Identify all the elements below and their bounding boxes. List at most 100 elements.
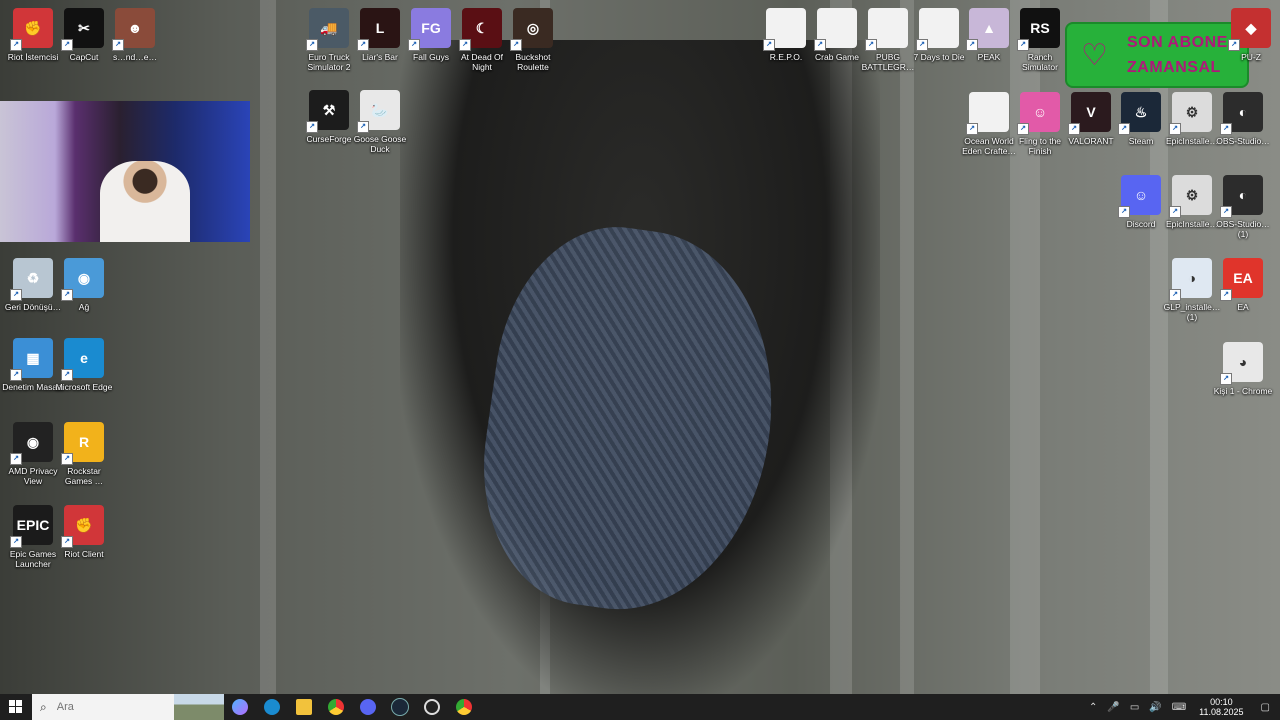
shortcut-arrow-icon: ↗ — [61, 536, 73, 548]
desktop-shortcut[interactable]: RS ↗ Ranch Simulator — [1009, 8, 1071, 72]
shortcut-arrow-icon: ↗ — [61, 369, 73, 381]
taskbar-search[interactable]: ⌕ — [32, 694, 224, 720]
keyboard-icon[interactable]: ⌨ — [1172, 702, 1186, 713]
desktop-shortcut-label: s…nd…e… — [113, 52, 157, 62]
at-dead-of-night-icon: ☾ ↗ — [459, 8, 502, 51]
network-tray-icon[interactable]: ▭ — [1130, 702, 1139, 713]
amd-privacy-icon: ◉ ↗ — [10, 422, 53, 465]
webcam-person — [100, 161, 190, 242]
desktop-shortcut[interactable]: R ↗ Rockstar Games … — [53, 422, 115, 486]
glp-installer-icon: ◑ ↗ — [1169, 258, 1212, 301]
peak-icon: ▲ ↗ — [966, 8, 1009, 51]
ranch-simulator-icon: RS ↗ — [1017, 8, 1060, 51]
network-icon: ◉ ↗ — [61, 258, 104, 301]
capcut-icon: ✂ ↗ — [61, 8, 104, 51]
taskbar-obs[interactable] — [416, 694, 448, 720]
epic-installer-2-icon: ⚙ ↗ — [1169, 175, 1212, 218]
shortcut-arrow-icon: ↗ — [10, 39, 22, 51]
liars-bar-icon: L ↗ — [357, 8, 400, 51]
control-panel-icon: ▦ ↗ — [10, 338, 53, 381]
desktop-shortcut[interactable]: ◉ ↗ Ağ — [53, 258, 115, 312]
taskbar-copilot[interactable] — [224, 694, 256, 720]
shortcut-arrow-icon: ↗ — [966, 39, 978, 51]
shortcut-arrow-icon: ↗ — [1118, 123, 1130, 135]
crab-game-file-icon: ↗ — [814, 8, 857, 51]
shortcut-arrow-icon: ↗ — [112, 39, 124, 51]
taskbar-file-explorer[interactable] — [288, 694, 320, 720]
shortcut-arrow-icon: ↗ — [1118, 206, 1130, 218]
pubg-z-icon: ◆ ↗ — [1228, 8, 1271, 51]
microphone-icon[interactable]: 🎤 — [1107, 702, 1119, 713]
taskbar-steam[interactable] — [384, 694, 416, 720]
shortcut-arrow-icon: ↗ — [408, 39, 420, 51]
shortcut-arrow-icon: ↗ — [1017, 39, 1029, 51]
shortcut-arrow-icon: ↗ — [1220, 373, 1232, 385]
desktop-shortcut-label: Goose Goose Duck — [353, 134, 407, 154]
taskbar: ⌕ ⌃ 🎤 ▭ 🔊 ⌨ 00:10 11.08.2025 ▢ — [0, 694, 1280, 720]
start-button[interactable] — [0, 694, 32, 720]
shortcut-arrow-icon: ↗ — [1017, 123, 1029, 135]
shortcut-arrow-icon: ↗ — [1228, 39, 1240, 51]
desktop-shortcut-label: Ranch Simulator — [1022, 52, 1058, 72]
desktop-shortcut[interactable]: ✊ ↗ Riot Client — [53, 505, 115, 559]
shortcut-arrow-icon: ↗ — [1169, 289, 1181, 301]
desktop-shortcut[interactable]: ◎ ↗ Buckshot Roulette — [502, 8, 564, 72]
taskbar-chrome[interactable] — [320, 694, 352, 720]
desktop-shortcut[interactable]: 🦢 ↗ Goose Goose Duck — [349, 90, 411, 154]
desktop-shortcut-label: OBS-Studio… (1) — [1216, 219, 1270, 239]
chrome-profile-icon: ◕ ↗ — [1220, 342, 1263, 385]
desktop-shortcut-label: Kişi 1 - Chrome — [1213, 386, 1273, 396]
desktop-shortcut[interactable]: ◐ ↗ OBS-Studio… — [1212, 92, 1274, 146]
pubg-file-icon: ↗ — [865, 8, 908, 51]
riot-client-icon: ✊ ↗ — [61, 505, 104, 548]
riot-icon: ✊ ↗ — [10, 8, 53, 51]
valorant-icon: V ↗ — [1068, 92, 1111, 135]
volume-icon[interactable]: 🔊 — [1149, 702, 1161, 713]
windows-icon — [9, 700, 22, 713]
shortcut-arrow-icon: ↗ — [306, 121, 318, 133]
search-input[interactable] — [54, 700, 169, 714]
desktop-shortcut[interactable]: ☻ ↗ s…nd…e… — [104, 8, 166, 62]
clock-date: 11.08.2025 — [1199, 707, 1244, 717]
desktop-shortcut[interactable]: ◐ ↗ OBS-Studio… (1) — [1212, 175, 1274, 239]
curseforge-icon: ⚒ ↗ — [306, 90, 349, 133]
shortcut-arrow-icon: ↗ — [61, 453, 73, 465]
euro-truck-icon: 🚚 ↗ — [306, 8, 349, 51]
epic-installer-icon: ⚙ ↗ — [1169, 92, 1212, 135]
taskbar-edge[interactable] — [256, 694, 288, 720]
fall-guys-icon: FG ↗ — [408, 8, 451, 51]
desktop-shortcut[interactable]: ◕ ↗ Kişi 1 - Chrome — [1212, 342, 1274, 396]
taskbar-discord[interactable] — [352, 694, 384, 720]
chevron-up-icon[interactable]: ⌃ — [1089, 702, 1097, 713]
subscriber-title: SON ABONE — [1127, 34, 1228, 51]
shortcut-arrow-icon: ↗ — [814, 39, 826, 51]
shortcut-arrow-icon: ↗ — [1068, 123, 1080, 135]
taskbar-chrome-profile[interactable] — [448, 694, 480, 720]
shortcut-arrow-icon: ↗ — [61, 289, 73, 301]
shortcut-arrow-icon: ↗ — [10, 369, 22, 381]
desktop-shortcut-label: EA — [1237, 302, 1249, 312]
shortcut-arrow-icon: ↗ — [916, 39, 928, 51]
desktop-shortcut[interactable]: ◆ ↗ PU-Z — [1220, 8, 1280, 62]
desktop-shortcut[interactable]: e ↗ Microsoft Edge — [53, 338, 115, 392]
7-days-file-icon: ↗ — [916, 8, 959, 51]
epic-icon: EPIC ↗ — [10, 505, 53, 548]
shortcut-arrow-icon: ↗ — [865, 39, 877, 51]
desktop-shortcut[interactable]: EA ↗ EA — [1212, 258, 1274, 312]
shortcut-arrow-icon: ↗ — [1220, 206, 1232, 218]
shortcut-arrow-icon: ↗ — [61, 39, 73, 51]
ocean-world-file-icon: ↗ — [966, 92, 1009, 135]
search-icon: ⌕ — [40, 699, 47, 714]
shortcut-arrow-icon: ↗ — [10, 453, 22, 465]
desktop-shortcut-label: Ağ — [78, 302, 90, 312]
obs-studio-icon: ◐ ↗ — [1220, 92, 1263, 135]
subscriber-name: ZAMANSAL — [1127, 59, 1221, 76]
obs-studio-1-icon: ◐ ↗ — [1220, 175, 1263, 218]
shortcut-arrow-icon: ↗ — [357, 121, 369, 133]
notification-icon[interactable]: ▢ — [1261, 702, 1270, 713]
desktop-shortcut-label: Microsoft Edge — [55, 382, 113, 392]
shortcut-icon: ☻ ↗ — [112, 8, 155, 51]
search-highlight-image — [174, 694, 224, 720]
webcam-overlay — [0, 101, 250, 242]
clock[interactable]: 00:10 11.08.2025 — [1199, 697, 1243, 717]
